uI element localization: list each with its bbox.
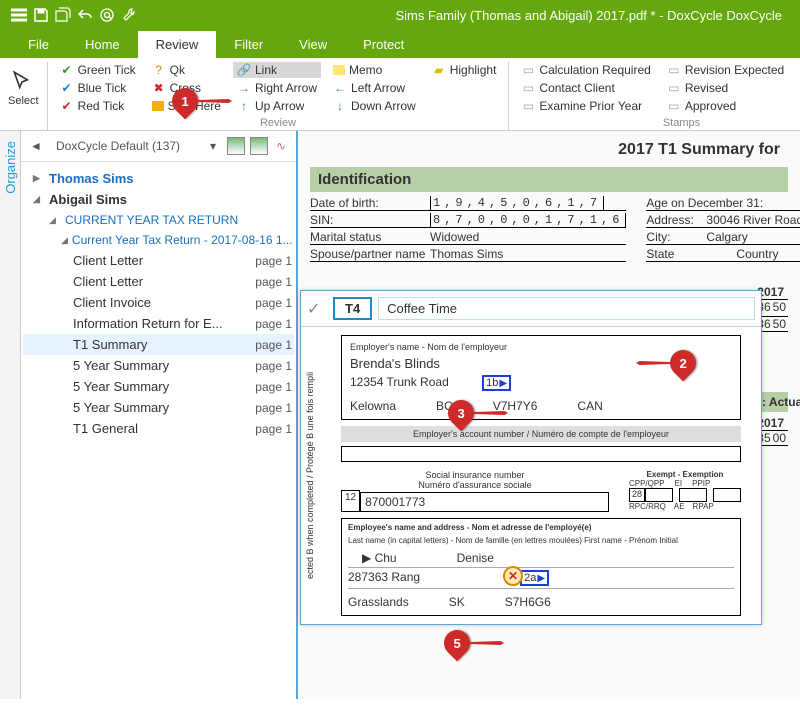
ribbon: Select ✔Green Tick ✔Blue Tick ✔Red Tick … — [0, 58, 800, 131]
stamp-approved[interactable]: ▭Approved — [663, 98, 788, 114]
tree-item-selected[interactable]: T1 Summarypage 1 — [23, 334, 294, 355]
saveall-icon[interactable] — [52, 4, 74, 26]
stamp-no[interactable]: ▭No — [796, 62, 800, 78]
employee-box: Employee's name and address - Nom et adr… — [341, 518, 741, 616]
employer-box: Employer's name - Nom de l'employeur Bre… — [341, 335, 741, 420]
tab-home[interactable]: Home — [67, 31, 138, 58]
tree-item[interactable]: 5 Year Summarypage 1 — [23, 355, 294, 376]
cross-annotation[interactable]: ✕ — [503, 566, 523, 586]
left-arrow[interactable]: ←Left Arrow — [329, 80, 420, 96]
green-tick[interactable]: ✔Green Tick — [56, 62, 140, 78]
protected-label: ected B when completed / Protégé B une f… — [305, 327, 315, 624]
undo-icon[interactable] — [74, 4, 96, 26]
sidebar-dropdown[interactable]: DoxCycle Default (137) — [49, 135, 200, 157]
tree-item[interactable]: 5 Year Summarypage 1 — [23, 397, 294, 418]
account-field — [341, 446, 741, 462]
memo-tool[interactable]: Memo — [329, 62, 420, 78]
red-tick[interactable]: ✔Red Tick — [56, 98, 140, 114]
select-label: Select — [8, 95, 39, 107]
link-marker-2a[interactable]: 2a▶ — [520, 570, 549, 586]
title-bar: Sims Family (Thomas and Abigail) 2017.pd… — [0, 0, 800, 30]
tab-view[interactable]: View — [281, 31, 345, 58]
stamp-contact[interactable]: ▭Contact Client — [517, 80, 654, 96]
summary-title: 2017 T1 Summary for — [310, 141, 788, 159]
cross-mark[interactable]: ✖Cross — [148, 80, 225, 96]
group-review-label: Review — [48, 117, 509, 129]
tree-item[interactable]: Client Letterpage 1 — [23, 271, 294, 292]
t4-name-field[interactable]: Coffee Time — [378, 297, 755, 320]
stamp-fin[interactable]: ▭Fina — [796, 98, 800, 114]
tree-item[interactable]: 5 Year Summarypage 1 — [23, 376, 294, 397]
highlight-tool[interactable]: ▰Highlight — [428, 62, 501, 78]
check-icon[interactable]: ✓ — [307, 299, 327, 319]
tree: ▶Thomas Sims ◢Abigail Sims ◢CURRENT YEAR… — [21, 162, 296, 445]
sign-here[interactable]: Sign Here — [148, 98, 225, 114]
link-tool[interactable]: 🔗Link — [233, 62, 321, 78]
tab-file[interactable]: File — [10, 31, 67, 58]
tree-item[interactable]: Client Invoicepage 1 — [23, 292, 294, 313]
quick-mark[interactable]: ?Qk — [148, 62, 225, 78]
stamp-revexp[interactable]: ▭Revision Expected — [663, 62, 788, 78]
account-label: Employer's account number / Numéro de co… — [341, 426, 741, 442]
tab-review[interactable]: Review — [138, 31, 217, 58]
blue-tick[interactable]: ✔Blue Tick — [56, 80, 140, 96]
tree-item[interactable]: T1 Generalpage 1 — [23, 418, 294, 439]
wrench-icon[interactable] — [118, 4, 140, 26]
sidebar: ◄ DoxCycle Default (137) ▾ ∿ ▶Thomas Sim… — [21, 131, 298, 699]
tree-abigail[interactable]: ◢Abigail Sims — [23, 189, 294, 210]
view-btn-1[interactable] — [227, 137, 245, 155]
tree-cytr2[interactable]: ◢Current Year Tax Return - 2017-08-16 1.… — [23, 230, 294, 250]
down-arrow[interactable]: ↓Down Arrow — [329, 98, 420, 114]
dd-caret[interactable]: ▾ — [204, 137, 222, 155]
right-arrow[interactable]: →Right Arrow — [233, 80, 321, 96]
stamp-go[interactable]: ▭Go — [796, 80, 800, 96]
stamp-examine[interactable]: ▭Examine Prior Year — [517, 98, 654, 114]
tree-item[interactable]: Information Return for E...page 1 — [23, 313, 294, 334]
ident-header: Identification — [310, 167, 788, 192]
select-group[interactable]: Select — [0, 62, 48, 130]
view-btn-2[interactable] — [250, 137, 268, 155]
nav-back[interactable]: ◄ — [27, 137, 45, 155]
stamp-calc[interactable]: ▭Calculation Required — [517, 62, 654, 78]
tab-protect[interactable]: Protect — [345, 31, 422, 58]
menu-bar: File Home Review Filter View Protect — [0, 30, 800, 58]
organize-tab[interactable]: Organize — [0, 131, 21, 699]
t4-popup[interactable]: ✓ T4 Coffee Time ected B when completed … — [300, 290, 762, 625]
link-marker-1b[interactable]: 1b▶ — [482, 375, 511, 391]
tree-cytr[interactable]: ◢CURRENT YEAR TAX RETURN — [23, 210, 294, 230]
group-stamps-label: Stamps — [509, 117, 800, 129]
save-icon[interactable] — [30, 4, 52, 26]
up-arrow[interactable]: ↑Up Arrow — [233, 98, 321, 114]
app-title: Sims Family (Thomas and Abigail) 2017.pd… — [140, 8, 792, 23]
tree-thomas[interactable]: ▶Thomas Sims — [23, 168, 294, 189]
t4-tag[interactable]: T4 — [333, 297, 372, 320]
at-icon[interactable] — [96, 4, 118, 26]
menu-icon[interactable] — [8, 4, 30, 26]
link-toggle[interactable]: ∿ — [272, 137, 290, 155]
tree-item[interactable]: Client Letterpage 1 — [23, 250, 294, 271]
tab-filter[interactable]: Filter — [216, 31, 281, 58]
stamp-revised[interactable]: ▭Revised — [663, 80, 788, 96]
